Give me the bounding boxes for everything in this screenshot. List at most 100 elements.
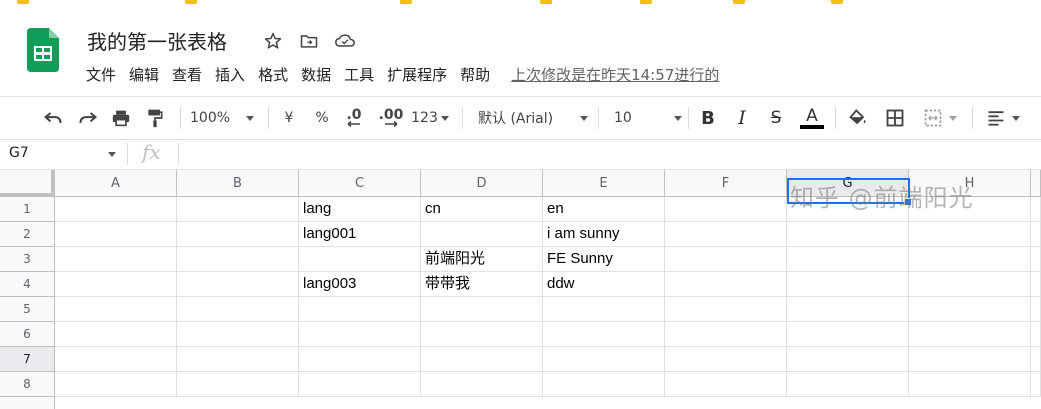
row-header-2[interactable]: 2	[0, 222, 55, 247]
cell-f4[interactable]	[665, 272, 787, 297]
percent-format-button[interactable]: %	[311, 105, 333, 131]
cell-b5[interactable]	[177, 297, 299, 322]
cell-b6[interactable]	[177, 322, 299, 347]
cell-e8[interactable]	[543, 372, 665, 397]
cell-h4[interactable]	[909, 272, 1031, 297]
menu-insert[interactable]: 插入	[209, 62, 251, 88]
cell-g7[interactable]	[787, 347, 909, 372]
cell-g5[interactable]	[787, 297, 909, 322]
cell-a7[interactable]	[55, 347, 177, 372]
cell-b3[interactable]	[177, 247, 299, 272]
row-header-6[interactable]: 6	[0, 322, 55, 347]
row-header-partial[interactable]	[0, 397, 55, 409]
row-header-5[interactable]: 5	[0, 297, 55, 322]
cell-partial[interactable]	[1031, 197, 1041, 222]
cell-partial[interactable]	[1031, 372, 1041, 397]
print-icon[interactable]	[108, 105, 134, 131]
cell-e7[interactable]	[543, 347, 665, 372]
cell-a5[interactable]	[55, 297, 177, 322]
cell-d7[interactable]	[421, 347, 543, 372]
bookmark-folder-icon[interactable]	[400, 0, 412, 4]
move-to-folder-icon[interactable]	[298, 30, 320, 52]
menu-tools[interactable]: 工具	[338, 62, 380, 88]
star-icon[interactable]	[262, 30, 284, 52]
column-header-d[interactable]: D	[421, 170, 543, 197]
menu-view[interactable]: 查看	[166, 62, 208, 88]
cell-d2[interactable]	[421, 222, 543, 247]
cell-partial[interactable]	[1031, 347, 1041, 372]
font-size-select[interactable]: 10	[614, 105, 682, 131]
cell-a6[interactable]	[55, 322, 177, 347]
cell-d8[interactable]	[421, 372, 543, 397]
cell-f2[interactable]	[665, 222, 787, 247]
cloud-saved-icon[interactable]	[334, 30, 356, 52]
cell-a1[interactable]	[55, 197, 177, 222]
more-formats-button[interactable]: 123	[410, 105, 450, 131]
menu-file[interactable]: 文件	[80, 62, 122, 88]
row-header-7[interactable]: 7	[0, 347, 55, 372]
column-header-a[interactable]: A	[55, 170, 177, 197]
cell-f1[interactable]	[665, 197, 787, 222]
cell-e4[interactable]: ddw	[543, 272, 665, 297]
cell-b7[interactable]	[177, 347, 299, 372]
redo-icon[interactable]	[75, 105, 101, 131]
cell-e6[interactable]	[543, 322, 665, 347]
cell-a3[interactable]	[55, 247, 177, 272]
cell-e1[interactable]: en	[543, 197, 665, 222]
cell-c4[interactable]: lang003	[299, 272, 421, 297]
cell-partial[interactable]	[1031, 272, 1041, 297]
column-header-c[interactable]: C	[299, 170, 421, 197]
zoom-select[interactable]: 100%	[190, 105, 260, 131]
cell-c3[interactable]	[299, 247, 421, 272]
cell-c1[interactable]: lang	[299, 197, 421, 222]
bookmark-folder-icon[interactable]	[185, 0, 197, 4]
row-header-4[interactable]: 4	[0, 272, 55, 297]
cell-e3[interactable]: FE Sunny	[543, 247, 665, 272]
cell-b4[interactable]	[177, 272, 299, 297]
row-header-8[interactable]: 8	[0, 372, 55, 397]
cell-partial[interactable]	[1031, 297, 1041, 322]
decrease-decimal-button[interactable]: .0	[340, 105, 368, 131]
sheets-logo-icon[interactable]	[27, 28, 59, 72]
formula-input[interactable]	[186, 143, 1026, 165]
cell-h3[interactable]	[909, 247, 1031, 272]
cell-c6[interactable]	[299, 322, 421, 347]
cell-b1[interactable]	[177, 197, 299, 222]
menu-edit[interactable]: 编辑	[123, 62, 165, 88]
last-edit-link[interactable]: 上次修改是在昨天14:57进行的	[505, 62, 725, 88]
menu-extensions[interactable]: 扩展程序	[381, 62, 453, 88]
name-box[interactable]: G7	[9, 145, 29, 161]
column-header-e[interactable]: E	[543, 170, 665, 197]
horizontal-align-button[interactable]	[982, 105, 1024, 131]
cell-a8[interactable]	[55, 372, 177, 397]
column-header-f[interactable]: F	[665, 170, 787, 197]
cell-f5[interactable]	[665, 297, 787, 322]
bookmark-folder-icon[interactable]	[540, 0, 552, 4]
cell-h8[interactable]	[909, 372, 1031, 397]
row-header-3[interactable]: 3	[0, 247, 55, 272]
cell-d4[interactable]: 带带我	[421, 272, 543, 297]
cell-d5[interactable]	[421, 297, 543, 322]
row-header-1[interactable]: 1	[0, 197, 55, 222]
cell-a2[interactable]	[55, 222, 177, 247]
bookmark-folder-icon[interactable]	[733, 0, 745, 4]
borders-icon[interactable]	[882, 105, 908, 131]
column-header-partial[interactable]	[1031, 170, 1041, 197]
menu-data[interactable]: 数据	[295, 62, 337, 88]
undo-icon[interactable]	[40, 105, 66, 131]
bold-button[interactable]: B	[697, 105, 719, 131]
chevron-down-icon[interactable]	[108, 152, 116, 157]
bookmark-folder-icon[interactable]	[17, 0, 29, 4]
cell-f6[interactable]	[665, 322, 787, 347]
cell-d3[interactable]: 前端阳光	[421, 247, 543, 272]
menu-format[interactable]: 格式	[252, 62, 294, 88]
text-color-button[interactable]: A	[799, 105, 825, 131]
cell-c7[interactable]	[299, 347, 421, 372]
cell-g2[interactable]	[787, 222, 909, 247]
cell-f3[interactable]	[665, 247, 787, 272]
cell-c8[interactable]	[299, 372, 421, 397]
increase-decimal-button[interactable]: .00	[376, 105, 406, 131]
cell-partial[interactable]	[1031, 247, 1041, 272]
cell-partial[interactable]	[1031, 222, 1041, 247]
cell-e2[interactable]: i am sunny	[543, 222, 665, 247]
